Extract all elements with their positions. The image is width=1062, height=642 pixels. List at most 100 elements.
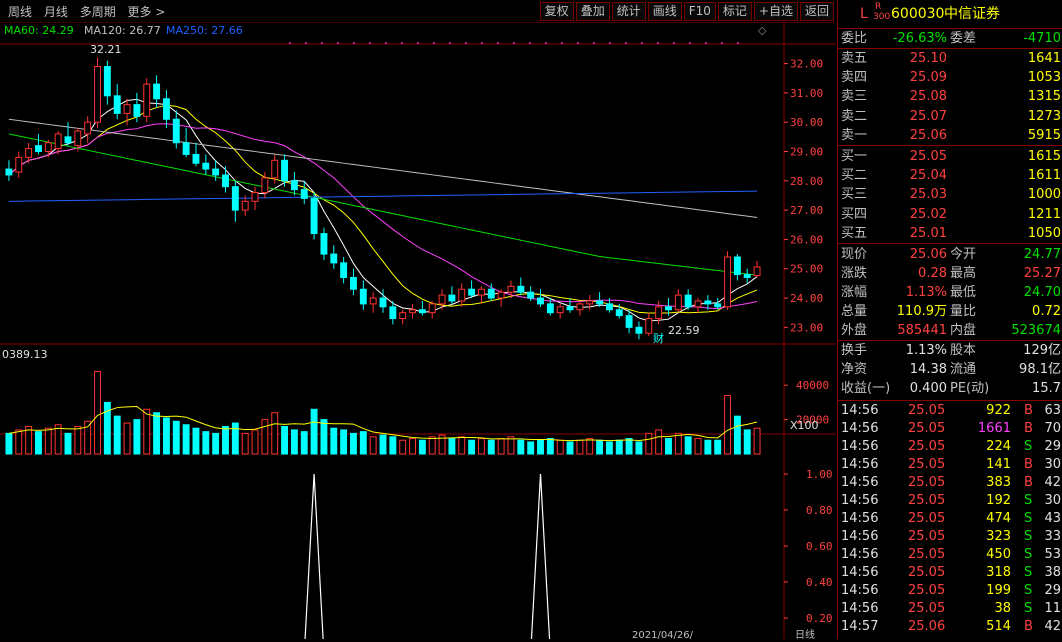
candle[interactable] <box>172 110 180 149</box>
candle[interactable] <box>537 289 544 307</box>
level-price: 25.05 <box>909 149 947 164</box>
candle[interactable] <box>64 122 72 146</box>
candle[interactable] <box>556 303 564 319</box>
candle[interactable] <box>418 300 426 316</box>
volume-bar <box>409 438 416 455</box>
volume-bar <box>665 438 672 455</box>
f10-button[interactable]: F10 <box>683 2 716 21</box>
candle[interactable] <box>113 84 121 120</box>
statistics-button[interactable]: 统计 <box>611 2 646 21</box>
candle[interactable] <box>162 89 170 129</box>
marker-dot <box>465 42 467 44</box>
candle[interactable] <box>192 142 200 167</box>
candle[interactable] <box>369 292 377 313</box>
candle[interactable] <box>320 227 328 260</box>
kline-chart[interactable]: 32.00 31.00 30.00 29.00 28.00 27.00 26.00 25.00… <box>0 22 836 642</box>
back-button[interactable]: 返回 <box>799 2 834 21</box>
candle[interactable] <box>733 254 741 281</box>
ma120-legend: MA120: 26.77 <box>84 24 161 37</box>
candle[interactable] <box>231 180 239 222</box>
candle[interactable] <box>468 280 476 299</box>
candle-body <box>409 309 416 314</box>
candle[interactable] <box>94 57 101 129</box>
candle[interactable] <box>694 298 702 313</box>
more-menu[interactable]: 更多 > <box>128 5 166 19</box>
stat-value: 24.77 <box>1023 247 1061 262</box>
indicator-tick-label: 0.80 <box>806 504 833 517</box>
candle[interactable] <box>477 286 485 304</box>
tick-side: B <box>1024 403 1033 418</box>
index-flag: 300 <box>873 12 891 22</box>
candle[interactable] <box>143 78 151 123</box>
kline-chart-area[interactable]: 32.00 31.00 30.00 29.00 28.00 27.00 26.00 25.00… <box>0 22 836 642</box>
candle[interactable] <box>586 295 594 310</box>
sell-level-row: 卖四 25.09 1053 <box>838 68 1062 87</box>
candle[interactable] <box>743 268 751 284</box>
tick-count: 63 <box>1044 403 1061 418</box>
candle[interactable] <box>5 160 13 181</box>
candle[interactable] <box>222 166 229 193</box>
candle[interactable] <box>202 154 210 175</box>
volume-bar <box>556 439 564 455</box>
finance-event-badge[interactable]: 财 <box>653 331 664 345</box>
candle[interactable] <box>448 286 456 304</box>
diamond-icon[interactable]: ◇ <box>758 24 767 37</box>
candle[interactable] <box>182 128 190 158</box>
volume-bar <box>428 436 436 455</box>
candle-body <box>704 300 712 305</box>
candle[interactable] <box>330 245 338 269</box>
weibi-label: 委比 <box>841 31 868 46</box>
candle[interactable] <box>251 186 259 211</box>
candle[interactable] <box>674 289 682 313</box>
candle[interactable] <box>153 75 161 108</box>
tick-count: 53 <box>1044 547 1061 562</box>
overlay-button[interactable]: 叠加 <box>575 2 610 21</box>
level-label: 卖三 <box>841 89 868 105</box>
quote-stat-row: 总量 110.9万 量比 0.72 <box>838 302 1062 321</box>
volume-unit: X100 <box>790 419 819 432</box>
mark-button[interactable]: 标记 <box>717 2 752 21</box>
candle-body <box>113 95 121 114</box>
candle[interactable] <box>350 268 357 296</box>
candle[interactable] <box>517 277 525 296</box>
candle[interactable] <box>576 300 584 316</box>
candle[interactable] <box>35 133 42 155</box>
candle[interactable] <box>340 257 348 284</box>
restore-rights-button[interactable]: 复权 <box>539 2 574 21</box>
tick-time: 14:56 <box>841 565 879 580</box>
candle-body <box>566 306 574 311</box>
multi-period-tab[interactable]: 多周期 <box>80 5 116 19</box>
candle[interactable] <box>310 192 318 240</box>
candle[interactable] <box>753 260 761 278</box>
volume-bar <box>714 439 722 455</box>
tick-count: 30 <box>1044 493 1061 508</box>
monthly-tab[interactable]: 月线 <box>44 5 68 19</box>
candle[interactable] <box>84 116 92 143</box>
candle-body <box>724 256 731 308</box>
candle[interactable] <box>635 321 643 340</box>
ma250-legend: MA250: 27.66 <box>166 24 243 37</box>
candle[interactable] <box>15 151 23 178</box>
tick-row: 14:56 25.05 199 S 29 <box>838 581 1062 600</box>
candle[interactable] <box>724 251 731 310</box>
candle[interactable] <box>596 292 604 307</box>
candle[interactable] <box>684 289 692 310</box>
candle[interactable] <box>399 309 407 325</box>
candle[interactable] <box>645 312 653 337</box>
tick-price: 25.05 <box>908 403 946 418</box>
volume-bar <box>586 438 594 455</box>
candle[interactable] <box>103 60 111 105</box>
candle[interactable] <box>458 283 466 307</box>
candle[interactable] <box>359 280 367 310</box>
candle[interactable] <box>409 303 416 319</box>
add-watchlist-button[interactable]: +自选 <box>753 2 798 21</box>
candle-body <box>123 104 131 114</box>
stat-label: 涨跌 <box>841 266 868 281</box>
weekly-tab[interactable]: 周线 <box>8 5 32 19</box>
candle[interactable] <box>428 300 436 319</box>
draw-line-button[interactable]: 画线 <box>647 2 682 21</box>
candle[interactable] <box>497 289 505 307</box>
candle-body <box>625 315 633 328</box>
market-flag: L <box>860 6 868 22</box>
candle[interactable] <box>290 172 298 196</box>
